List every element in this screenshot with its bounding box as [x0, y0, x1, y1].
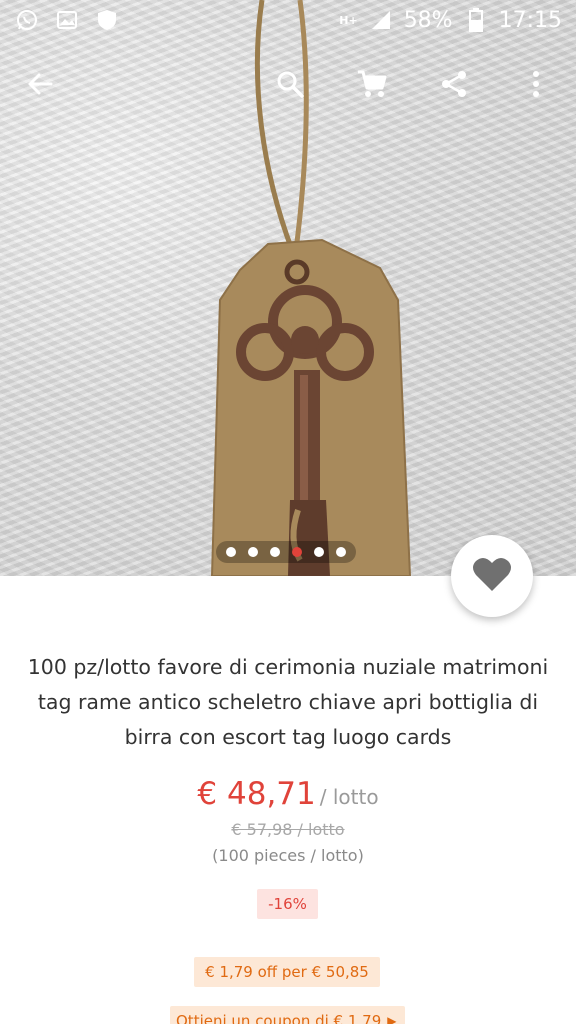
share-icon[interactable] — [430, 60, 478, 108]
carousel-dot[interactable] — [336, 547, 346, 557]
battery-icon — [463, 7, 489, 33]
carousel-dot[interactable] — [292, 547, 302, 557]
network-type: H+ — [339, 13, 358, 27]
battery-percent: 58% — [403, 7, 453, 33]
current-price: € 48,71 — [197, 776, 316, 812]
pieces-per-lot: (100 pieces / lotto) — [212, 846, 364, 865]
price-unit: / lotto — [319, 785, 379, 809]
carousel-dot[interactable] — [248, 547, 258, 557]
signal-icon — [368, 7, 394, 33]
heart-icon — [472, 555, 512, 597]
product-title: 100 pz/lotto favore di cerimonia nuziale… — [27, 655, 549, 749]
back-arrow-icon[interactable] — [16, 60, 64, 108]
discount-badge: -16% — [257, 889, 318, 919]
clock: 17:15 — [498, 7, 562, 33]
more-vert-icon[interactable] — [512, 60, 560, 108]
price-row: € 48,71/ lotto — [0, 776, 576, 812]
whatsapp-icon — [14, 7, 40, 33]
wishlist-button[interactable] — [451, 535, 533, 617]
carousel-dot[interactable] — [314, 547, 324, 557]
play-arrow-icon: ▶ — [387, 1014, 397, 1024]
app-toolbar — [0, 52, 576, 116]
original-price: € 57,98 / lotto — [231, 820, 345, 839]
carousel-indicator — [216, 541, 356, 563]
gallery-icon — [54, 7, 80, 33]
carousel-dot[interactable] — [226, 547, 236, 557]
shield-icon — [94, 7, 120, 33]
coupon-label: Ottieni un coupon di € 1,79 — [176, 1012, 382, 1024]
toolbar-actions — [266, 60, 560, 108]
search-icon[interactable] — [266, 60, 314, 108]
cart-icon[interactable] — [348, 60, 396, 108]
notification-icons — [14, 7, 120, 33]
system-indicators: H+ 58% 17:15 — [339, 7, 562, 33]
status-bar: H+ 58% 17:15 — [0, 0, 576, 40]
store-promo-badge[interactable]: € 1,79 off per € 50,85 — [194, 957, 380, 987]
coupon-button[interactable]: Ottieni un coupon di € 1,79 ▶ — [170, 1006, 405, 1024]
carousel-dot[interactable] — [270, 547, 280, 557]
